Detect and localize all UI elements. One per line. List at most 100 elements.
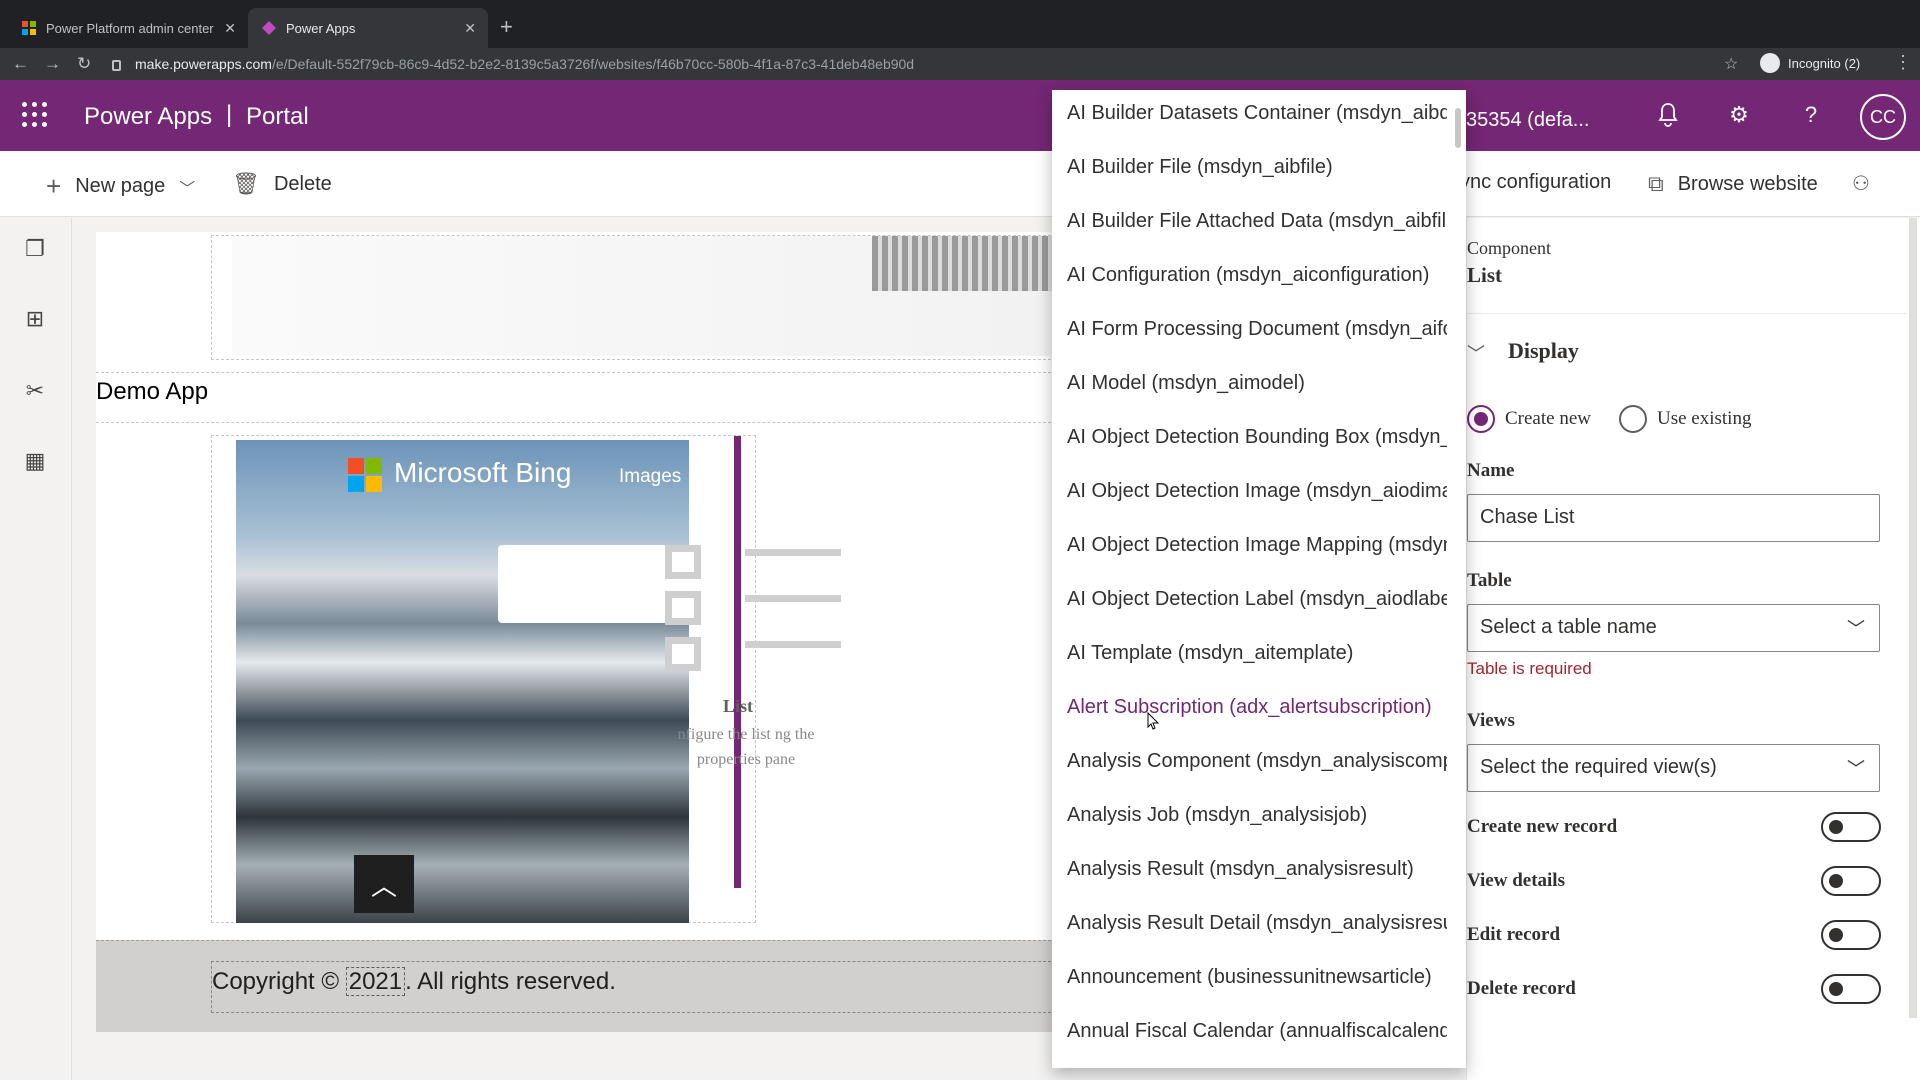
dropdown-scrollbar[interactable] bbox=[1455, 108, 1461, 148]
site-title[interactable]: Demo App bbox=[96, 378, 208, 406]
copyright-box[interactable]: Copyright © 2021. All rights reserved. bbox=[211, 961, 1056, 1013]
table-option[interactable]: AI Object Detection Bounding Box (msdyn_… bbox=[1067, 426, 1447, 449]
address-bar[interactable]: make.powerapps.com/e/Default-552f79cb-86… bbox=[112, 50, 1752, 78]
close-tab-icon[interactable]: ✕ bbox=[224, 20, 236, 37]
list-component-hint: nfigure the list ng the properties pane bbox=[677, 726, 815, 768]
table-label: Table bbox=[1467, 570, 1512, 591]
pages-icon[interactable]: ❐ bbox=[22, 236, 48, 262]
chevron-down-icon[interactable]: ﹀ bbox=[179, 175, 195, 199]
tab-label: Power Platform admin center bbox=[46, 20, 214, 36]
mouse-pointer-icon bbox=[1147, 712, 1160, 730]
microsoft-logo-icon bbox=[348, 458, 382, 492]
sync-label: ync configuration bbox=[1460, 171, 1612, 193]
edit-record-toggle[interactable] bbox=[1821, 920, 1881, 950]
copyright-text: Copyright © 2021. All rights reserved. bbox=[212, 967, 616, 996]
use-existing-radio[interactable] bbox=[1619, 405, 1647, 433]
table-option[interactable]: AI Model (msdyn_aimodel) bbox=[1067, 372, 1447, 395]
back-icon[interactable]: ← bbox=[12, 54, 29, 74]
reload-icon[interactable]: ↻ bbox=[77, 54, 91, 74]
gear-icon[interactable]: ⚙ bbox=[1725, 102, 1753, 130]
edit-record-label: Edit record bbox=[1467, 924, 1561, 945]
components-icon[interactable]: ⊞ bbox=[22, 306, 48, 332]
power-apps-icon bbox=[262, 21, 276, 35]
lock-icon bbox=[112, 59, 121, 71]
chevron-down-icon: ﹀ bbox=[1847, 619, 1865, 639]
component-name: List bbox=[1467, 263, 1503, 287]
table-option[interactable]: Analysis Result (msdyn_analysisresult) bbox=[1067, 858, 1447, 881]
table-option[interactable]: Analysis Component (msdyn_analysiscompon… bbox=[1067, 750, 1447, 773]
new-page-button[interactable]: + New page ﹀ bbox=[46, 171, 195, 202]
table-option[interactable]: AI Builder File (msdyn_aibfile) bbox=[1067, 156, 1447, 179]
close-tab-icon[interactable]: ✕ bbox=[464, 20, 476, 37]
views-select[interactable]: Select the required view(s) ﹀ bbox=[1467, 744, 1880, 792]
incognito-profile[interactable]: Incognito (2) bbox=[1760, 53, 1860, 73]
delete-button[interactable]: 🗑 Delete bbox=[232, 171, 332, 197]
data-workspace-icon[interactable]: ▦ bbox=[22, 448, 48, 474]
selected-component-bar bbox=[734, 436, 741, 888]
banner-section[interactable] bbox=[211, 235, 1057, 360]
avatar[interactable]: CC bbox=[1860, 94, 1906, 140]
view-details-label: View details bbox=[1467, 870, 1565, 891]
table-option[interactable]: Announcement (businessunitnewsarticle) bbox=[1067, 966, 1447, 989]
create-record-toggle[interactable] bbox=[1821, 812, 1881, 842]
name-field[interactable]: Chase List bbox=[1467, 494, 1880, 542]
name-label: Name bbox=[1467, 460, 1515, 481]
section-divider bbox=[96, 372, 1056, 373]
table-option-hovered[interactable]: Alert Subscription (adx_alertsubscriptio… bbox=[1067, 696, 1447, 719]
person-feedback-icon[interactable]: ⚇ bbox=[1852, 171, 1870, 196]
table-option[interactable]: Annual Fiscal Calendar (annualfiscalcale… bbox=[1067, 1020, 1447, 1043]
delete-record-toggle[interactable] bbox=[1821, 974, 1881, 1004]
delete-label: Delete bbox=[273, 172, 332, 195]
table-option[interactable]: AI Object Detection Image (msdyn_aiodima… bbox=[1067, 480, 1447, 503]
footer-section: Copyright © 2021. All rights reserved. bbox=[96, 940, 1056, 1032]
open-external-icon: ⧉ bbox=[1648, 171, 1664, 196]
browser-toolbar: ← → ↻ make.powerapps.com/e/Default-552f7… bbox=[0, 48, 1920, 80]
use-existing-label: Use existing bbox=[1657, 408, 1752, 429]
table-option[interactable]: AI Object Detection Label (msdyn_aiodlab… bbox=[1067, 588, 1447, 611]
chevron-down-icon: ﹀ bbox=[1847, 759, 1865, 779]
app-launcher-icon[interactable] bbox=[22, 102, 48, 128]
table-option[interactable]: AI Builder Datasets Container (msdyn_aib… bbox=[1067, 102, 1447, 125]
building-image bbox=[872, 236, 1057, 291]
copyright-year[interactable]: 2021 bbox=[345, 967, 406, 996]
browse-label: Browse website bbox=[1677, 172, 1818, 195]
create-new-radio[interactable] bbox=[1467, 405, 1495, 433]
chevron-down-icon[interactable]: ﹀ bbox=[1467, 340, 1485, 366]
app-title[interactable]: Power Apps bbox=[84, 103, 212, 131]
table-option[interactable]: AI Object Detection Image Mapping (msdyn… bbox=[1067, 534, 1447, 557]
sync-configuration-button[interactable]: ync configuration bbox=[1460, 171, 1611, 194]
table-option[interactable]: Analysis Job (msdyn_analysisjob) bbox=[1067, 804, 1447, 827]
environment-name[interactable]: 35354 (defa... bbox=[1466, 109, 1589, 132]
view-details-toggle[interactable] bbox=[1821, 866, 1881, 896]
browser-menu-icon[interactable]: ⋮ bbox=[1894, 52, 1912, 73]
table-option[interactable]: AI Configuration (msdyn_aiconfiguration) bbox=[1067, 264, 1447, 287]
themes-icon[interactable]: ✂ bbox=[22, 378, 48, 404]
display-section-title[interactable]: Display bbox=[1508, 338, 1579, 364]
views-select-value: Select the required view(s) bbox=[1480, 756, 1717, 778]
tab-label: Power Apps bbox=[286, 20, 356, 36]
bookmark-star-icon[interactable]: ☆ bbox=[1724, 54, 1738, 74]
panel-scrollbar[interactable] bbox=[1909, 218, 1917, 1018]
table-option[interactable]: AI Form Processing Document (msdyn_aifor… bbox=[1067, 318, 1447, 341]
url-path: /e/Default-552f79cb-86c9-4d52-b2e2-8139c… bbox=[271, 56, 915, 72]
new-tab-icon[interactable]: + bbox=[500, 14, 513, 40]
views-label: Views bbox=[1467, 710, 1515, 731]
bing-photo: Microsoft Bing Images ︿ bbox=[236, 440, 689, 923]
scroll-to-top-button[interactable]: ︿ bbox=[354, 855, 414, 913]
forward-icon[interactable]: → bbox=[44, 54, 61, 74]
table-select-value: Select a table name bbox=[1480, 616, 1657, 638]
incognito-icon bbox=[1760, 53, 1780, 73]
browser-tabbar: Power Platform admin center ✕ Power Apps… bbox=[0, 0, 1920, 48]
browse-website-button[interactable]: ⧉ Browse website bbox=[1648, 171, 1818, 197]
profile-label: Incognito (2) bbox=[1788, 55, 1861, 71]
browser-tab-power-apps[interactable]: Power Apps ✕ bbox=[248, 8, 488, 48]
bing-brand: Microsoft Bing bbox=[394, 457, 572, 488]
bell-icon[interactable] bbox=[1654, 102, 1682, 130]
table-option[interactable]: AI Builder File Attached Data (msdyn_aib… bbox=[1067, 210, 1447, 233]
table-select[interactable]: Select a table name ﹀ bbox=[1467, 604, 1880, 652]
help-icon[interactable]: ? bbox=[1797, 102, 1825, 130]
page-canvas: Demo App Microsoft Bing Images ︿ List nf… bbox=[96, 232, 1057, 1032]
table-option[interactable]: Analysis Result Detail (msdyn_analysisre… bbox=[1067, 912, 1447, 935]
table-option[interactable]: AI Template (msdyn_aitemplate) bbox=[1067, 642, 1447, 665]
browser-tab-admin-center[interactable]: Power Platform admin center ✕ bbox=[8, 8, 248, 48]
